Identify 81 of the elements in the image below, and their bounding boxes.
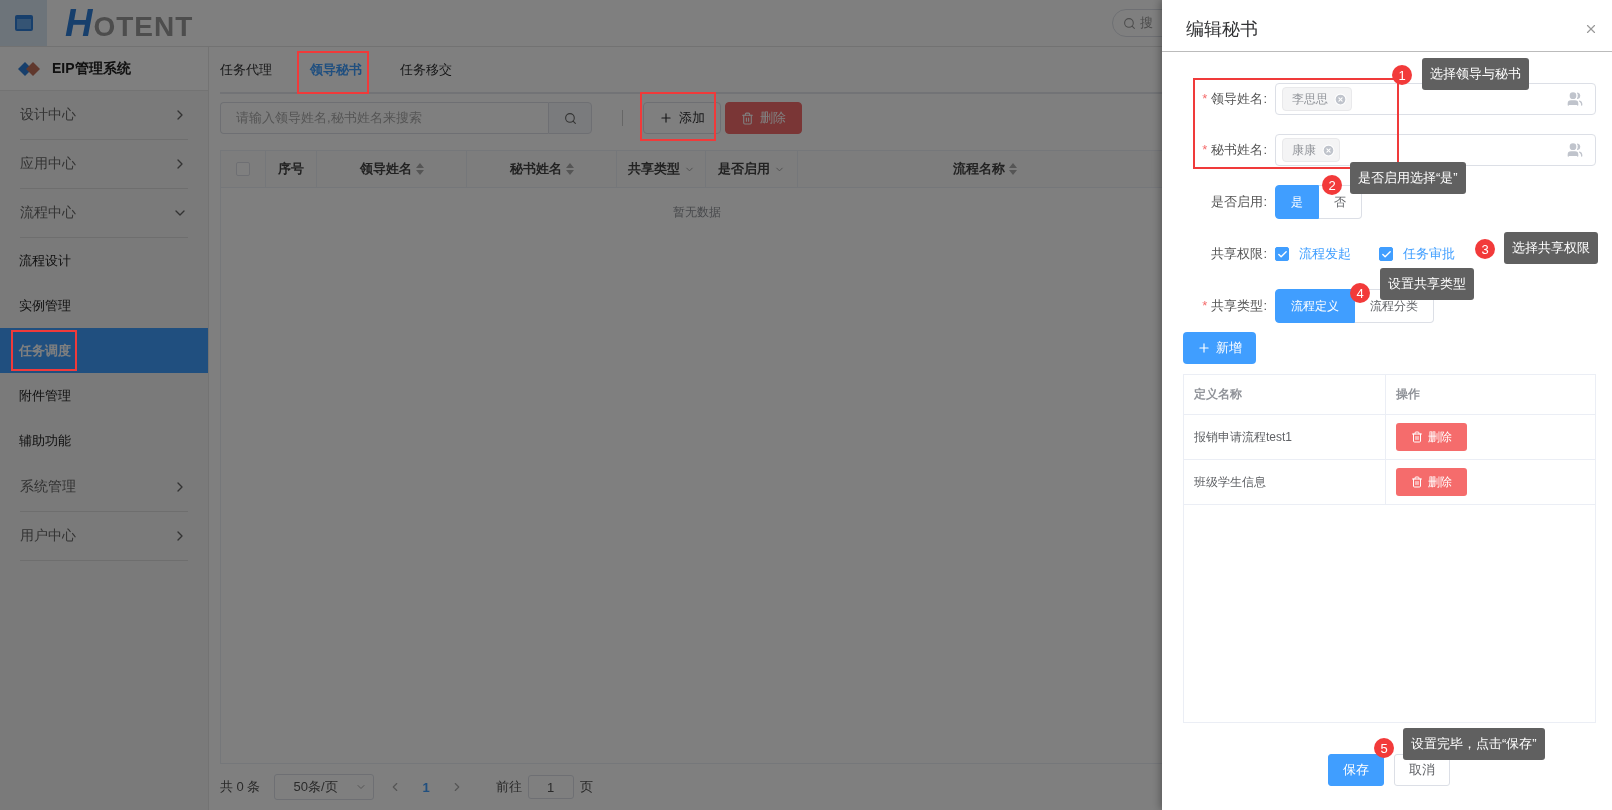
menu-group[interactable]: 系统管理: [20, 463, 188, 512]
callout-tooltip: 设置共享类型: [1380, 268, 1474, 300]
menu-item[interactable]: 附件管理: [0, 373, 208, 418]
page-suffix: 页: [579, 778, 593, 796]
column-header: 领导姓名: [359, 160, 412, 178]
name-tag: 康康: [1282, 138, 1340, 162]
sort-icon[interactable]: [415, 163, 424, 175]
menu-group[interactable]: 流程中心: [20, 189, 188, 238]
menu-item[interactable]: 实例管理: [0, 283, 208, 328]
callout-tooltip: 是否启用选择“是”: [1350, 162, 1466, 194]
goto-label: 前往: [495, 778, 522, 796]
column-header: 是否启用: [718, 160, 770, 178]
menu-group[interactable]: 用户中心: [20, 512, 188, 561]
callout-tooltip: 选择共享权限: [1504, 232, 1598, 264]
required-mark: *: [1202, 91, 1208, 106]
required-mark: *: [1202, 298, 1208, 313]
column-header: 流程名称: [952, 160, 1005, 178]
column-header: 操作: [1396, 386, 1420, 403]
step-number: 5: [1374, 738, 1394, 758]
option-button[interactable]: 流程定义: [1275, 289, 1355, 323]
checkbox-label[interactable]: 流程发起: [1299, 245, 1351, 263]
plus-icon: [659, 111, 673, 125]
plus-icon: [1197, 341, 1211, 355]
column-header: 秘书姓名: [509, 160, 562, 178]
tab[interactable]: 任务移交: [400, 47, 452, 94]
total-count: 共 0 条: [220, 778, 261, 796]
menu-item[interactable]: 任务调度: [0, 328, 208, 373]
users-icon[interactable]: [1567, 142, 1583, 158]
users-icon[interactable]: [1567, 91, 1583, 107]
system-title: EIP管理系统: [52, 59, 131, 78]
save-button[interactable]: 保存: [1328, 754, 1384, 786]
logo-icon: [18, 61, 40, 76]
drawer-title: 编辑秘书: [1186, 17, 1258, 41]
step-number: 3: [1475, 239, 1495, 259]
delete-button[interactable]: 删除: [1396, 423, 1467, 451]
field-label: 共享权限:: [1211, 246, 1267, 261]
step-number: 2: [1322, 175, 1342, 195]
name-tag: 李思思: [1282, 87, 1352, 111]
page-input[interactable]: 1: [527, 775, 574, 799]
delete-button[interactable]: 删除: [725, 102, 802, 134]
table-cell: 班级学生信息: [1194, 473, 1266, 491]
field-label: 领导姓名:: [1211, 91, 1267, 106]
field-label: 是否启用:: [1211, 194, 1267, 209]
search-button[interactable]: [548, 102, 592, 134]
logo: HOTENT: [65, 1, 194, 45]
page-size-select[interactable]: 50条/页: [274, 774, 375, 800]
remove-tag-icon[interactable]: [1334, 92, 1347, 106]
option-button[interactable]: 是: [1275, 185, 1319, 219]
required-mark: *: [1202, 142, 1208, 157]
remove-tag-icon[interactable]: [1322, 143, 1335, 157]
menu-group[interactable]: 应用中心: [20, 140, 188, 189]
trash-icon: [741, 111, 754, 125]
menu-item[interactable]: 流程设计: [0, 238, 208, 283]
sort-icon[interactable]: [565, 163, 574, 175]
delete-button[interactable]: 删除: [1396, 468, 1467, 496]
callout-tooltip: 选择领导与秘书: [1422, 58, 1529, 90]
column-header: 共享类型: [627, 160, 680, 178]
table-cell: 报销申请流程test1: [1194, 428, 1292, 446]
add-button[interactable]: 添加: [643, 102, 721, 134]
column-header: 序号: [278, 160, 304, 178]
tab[interactable]: 任务代理: [220, 47, 272, 94]
trash-icon: [1411, 476, 1423, 488]
search-icon: [563, 111, 577, 125]
checkbox-label[interactable]: 任务审批: [1403, 245, 1455, 263]
page-number[interactable]: 1: [416, 779, 436, 795]
checkbox[interactable]: [1379, 247, 1393, 261]
column-header: 定义名称: [1194, 386, 1242, 403]
step-number: 4: [1350, 283, 1370, 303]
sort-icon[interactable]: [1008, 163, 1017, 175]
tab[interactable]: 领导秘书: [310, 47, 362, 94]
field-label: 共享类型:: [1211, 298, 1267, 313]
menu-icon[interactable]: [14, 15, 33, 31]
menu-group[interactable]: 设计中心: [20, 91, 188, 140]
callout-tooltip: 设置完毕，点击“保存”: [1403, 728, 1545, 760]
field-label: 秘书姓名:: [1211, 142, 1267, 157]
add-row-button[interactable]: 新增: [1183, 332, 1256, 364]
checkbox[interactable]: [1275, 247, 1289, 261]
step-number: 1: [1392, 65, 1412, 85]
trash-icon: [1411, 431, 1423, 443]
search-icon: [1123, 16, 1136, 30]
menu-item[interactable]: 辅助功能: [0, 418, 208, 463]
